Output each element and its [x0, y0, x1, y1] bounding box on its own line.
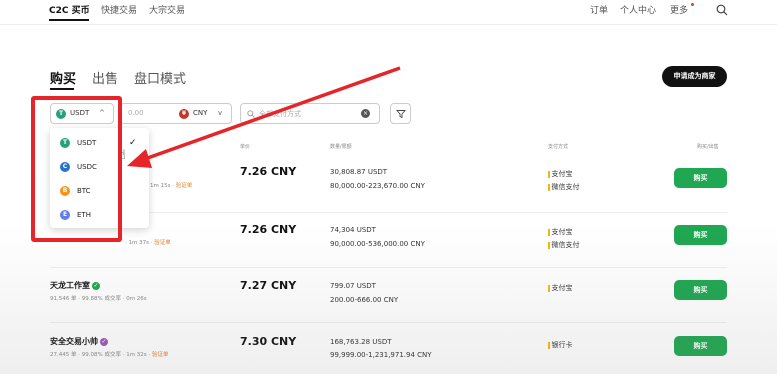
tab-buy[interactable]: 购买 [50, 68, 76, 87]
payment-method: 支付宝 [548, 227, 573, 237]
buy-button[interactable]: 购买 [674, 168, 727, 188]
buy-button[interactable]: 购买 [674, 280, 727, 300]
nav-profile[interactable]: 个人中心 [620, 3, 656, 16]
buy-button[interactable]: 购买 [674, 336, 727, 356]
search-icon [247, 110, 255, 118]
chevron-down-icon: v [218, 109, 223, 117]
verified-order-badge: 验证单 [175, 183, 193, 189]
row-divider [50, 322, 727, 323]
top-divider [0, 24, 777, 25]
nav-orders[interactable]: 订单 [590, 3, 608, 16]
active-tab-underline [49, 19, 89, 21]
amount-and-fiat: 0.00 ¥ CNY v [120, 103, 232, 124]
nav-tab-block-trade[interactable]: 大宗交易 [149, 3, 185, 16]
amount-input[interactable]: 0.00 [128, 109, 144, 117]
available-amount: 30,808.87 USDT [330, 168, 388, 176]
payment-method: 支付宝 [548, 283, 573, 293]
cny-icon: ¥ [179, 109, 189, 119]
funnel-icon [396, 110, 406, 119]
clear-icon[interactable]: × [361, 109, 370, 118]
buy-button[interactable]: 购买 [674, 225, 727, 245]
search-icon[interactable] [716, 4, 728, 16]
price: 7.26 CNY [240, 223, 297, 236]
merchant-name[interactable]: 天龙工作室 ✓ [50, 280, 100, 291]
highlight-box [31, 96, 122, 242]
order-limit: 99,999.00-1,231,971.94 CNY [330, 351, 432, 359]
price: 7.30 CNY [240, 335, 297, 348]
notification-dot [691, 3, 694, 6]
payment-method: 微信支付 [548, 240, 580, 250]
merchant-stats: 91,546 单 · 99.88% 成交率 · 0m 26s [50, 296, 147, 302]
price: 7.27 CNY [240, 279, 297, 292]
verified-icon: ✓ [100, 337, 108, 346]
nav-tab-c2c[interactable]: C2C 买币 [49, 3, 90, 16]
nav-more[interactable]: 更多 [670, 3, 688, 16]
payment-method-placeholder: 全部支付方式 [259, 110, 301, 118]
verified-icon: ✓ [92, 281, 100, 290]
header-price: 单价 [240, 144, 251, 150]
top-navigation: C2C 买币 快捷交易 大宗交易 订单 个人中心 更多 [0, 0, 777, 22]
merchant-stats: 1m 15s · 验证单 [150, 183, 193, 189]
tab-sell[interactable]: 出售 [92, 68, 118, 87]
verified-order-badge: 验证单 [154, 240, 171, 246]
payment-method: 支付宝 [548, 169, 573, 179]
payment-method: 微信支付 [548, 182, 580, 192]
nav-tab-quick-trade[interactable]: 快捷交易 [101, 3, 137, 16]
merchant-stats: 27,445 单 · 99.08% 成交率 · 1m 32s · 验证单 [50, 352, 169, 358]
header-action: 购买/出售 [697, 144, 719, 150]
trade-tab-underline [50, 88, 74, 90]
payment-method-select[interactable]: 全部支付方式 × [240, 103, 380, 124]
order-limit: 90,000.00-536,000.00 CNY [330, 240, 425, 248]
merchant-name[interactable]: 安全交易小帅 ✓ [50, 336, 108, 347]
apply-merchant-button[interactable]: 申请成为商家 [662, 66, 727, 87]
merchant-stats: · 1m 37s · 验证单 [125, 240, 171, 246]
order-limit: 200.00-666.00 CNY [330, 296, 399, 304]
verified-order-badge: 验证单 [151, 352, 169, 358]
check-icon: ✓ [129, 138, 137, 148]
header-payment: 支付方式 [548, 144, 569, 150]
header-amount: 数量/限额 [330, 144, 352, 150]
row-divider [50, 267, 727, 268]
fiat-select-value[interactable]: CNY [193, 109, 207, 117]
available-amount: 74,304 USDT [330, 226, 376, 234]
order-limit: 80,000.00-223,670.00 CNY [330, 182, 425, 190]
row-divider [50, 212, 727, 213]
payment-method: 银行卡 [548, 340, 573, 350]
price: 7.26 CNY [240, 165, 297, 178]
tab-orderbook-mode[interactable]: 盘口模式 [134, 68, 186, 87]
available-amount: 168,763.28 USDT [330, 338, 392, 346]
filter-button[interactable] [390, 103, 411, 124]
available-amount: 799.07 USDT [330, 282, 376, 290]
